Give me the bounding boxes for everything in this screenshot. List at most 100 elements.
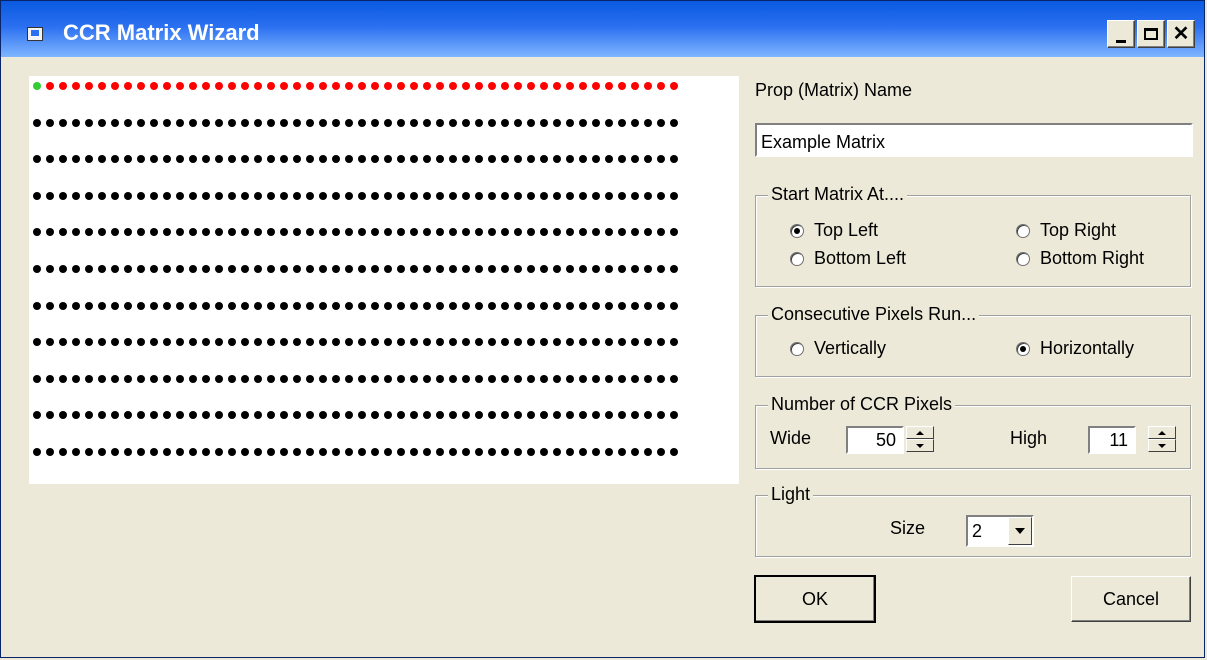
maximize-button[interactable] [1137, 20, 1165, 48]
matrix-pixel [241, 374, 249, 383]
matrix-pixel [371, 411, 379, 420]
matrix-pixel [501, 374, 509, 383]
matrix-pixel [319, 411, 327, 420]
matrix-pixel [449, 191, 457, 200]
prop-name-label: Prop (Matrix) Name [755, 80, 913, 100]
matrix-pixel [163, 265, 171, 273]
matrix-pixel [59, 82, 67, 90]
title-bar[interactable]: CCR Matrix Wizard ✕ [1, 1, 1204, 57]
matrix-pixel [475, 82, 483, 90]
prop-name-input[interactable]: Example Matrix [755, 123, 1193, 157]
matrix-pixel [410, 155, 418, 164]
matrix-pixel [358, 82, 366, 90]
minimize-button[interactable] [1107, 20, 1135, 48]
matrix-pixel [462, 301, 470, 310]
radio-vertically[interactable]: Vertically [790, 338, 886, 359]
matrix-pixel [98, 82, 106, 90]
radio-bottom-right[interactable]: Bottom Right [1016, 248, 1144, 269]
matrix-pixel [553, 155, 561, 164]
ok-button[interactable]: OK [754, 575, 876, 623]
matrix-pixel [501, 301, 509, 310]
matrix-pixel [579, 448, 587, 456]
matrix-pixel [85, 228, 93, 237]
matrix-pixel [644, 374, 652, 383]
matrix-pixel [423, 265, 431, 273]
wide-spin-up-icon[interactable] [906, 426, 934, 439]
matrix-pixel [423, 301, 431, 310]
matrix-pixel [137, 265, 145, 273]
matrix-pixel [137, 301, 145, 310]
matrix-pixel [670, 448, 678, 456]
dropdown-arrow-icon[interactable] [1008, 517, 1032, 545]
matrix-pixel [358, 448, 366, 456]
matrix-pixel [137, 374, 145, 383]
high-spinner[interactable] [1148, 426, 1176, 454]
matrix-pixel [215, 448, 223, 456]
radio-bottom-left[interactable]: Bottom Left [790, 248, 906, 269]
matrix-pixel [579, 118, 587, 127]
matrix-pixel [267, 338, 275, 347]
matrix-pixel [111, 118, 119, 127]
high-input[interactable]: 11 [1088, 426, 1136, 454]
matrix-pixel [566, 301, 574, 310]
matrix-pixel [215, 228, 223, 237]
matrix-pixel [254, 265, 262, 273]
matrix-pixel [33, 338, 41, 347]
matrix-pixel [176, 191, 184, 200]
matrix-pixel [46, 338, 54, 347]
matrix-pixel [254, 338, 262, 347]
matrix-pixel [345, 411, 353, 420]
matrix-pixel [176, 301, 184, 310]
matrix-pixel [345, 301, 353, 310]
matrix-pixel [111, 301, 119, 310]
radio-horizontally[interactable]: Horizontally [1016, 338, 1134, 359]
matrix-pixel [215, 301, 223, 310]
matrix-pixel [176, 374, 184, 383]
matrix-pixel [462, 338, 470, 347]
matrix-pixel [59, 448, 67, 456]
matrix-pixel [410, 301, 418, 310]
cancel-button[interactable]: Cancel [1071, 576, 1191, 622]
close-button[interactable]: ✕ [1167, 20, 1195, 48]
matrix-pixel [228, 191, 236, 200]
matrix-pixel [566, 411, 574, 420]
matrix-pixel [59, 265, 67, 273]
size-select[interactable]: 2 [966, 515, 1034, 547]
matrix-pixel [345, 82, 353, 90]
matrix-pixel [514, 301, 522, 310]
matrix-pixel [33, 301, 41, 310]
matrix-pixel [592, 411, 600, 420]
matrix-pixel [137, 191, 145, 200]
wide-spin-down-icon[interactable] [906, 439, 934, 452]
matrix-pixel [202, 411, 210, 420]
matrix-pixel [241, 338, 249, 347]
matrix-pixel [72, 228, 80, 237]
radio-top-right[interactable]: Top Right [1016, 220, 1116, 241]
matrix-pixel [358, 411, 366, 420]
matrix-pixel [319, 265, 327, 273]
matrix-pixel [436, 155, 444, 164]
matrix-pixel [592, 118, 600, 127]
high-spin-down-icon[interactable] [1148, 439, 1176, 452]
radio-indicator [1016, 341, 1030, 356]
matrix-pixel [306, 338, 314, 347]
matrix-pixel [384, 265, 392, 273]
radio-top-left[interactable]: Top Left [790, 220, 878, 241]
high-spin-up-icon[interactable] [1148, 426, 1176, 439]
matrix-pixel [124, 265, 132, 273]
matrix-pixel [241, 155, 249, 164]
wide-spinner[interactable] [906, 426, 934, 454]
matrix-pixel [111, 448, 119, 456]
matrix-pixel [371, 301, 379, 310]
matrix-pixel [475, 191, 483, 200]
matrix-pixel [85, 338, 93, 347]
matrix-pixel [488, 82, 496, 90]
matrix-pixel [293, 448, 301, 456]
matrix-pixel [72, 155, 80, 164]
size-label: Size [890, 518, 926, 538]
matrix-pixel [605, 265, 613, 273]
matrix-pixel [566, 191, 574, 200]
matrix-pixel [293, 228, 301, 237]
wide-input[interactable]: 50 [846, 426, 904, 454]
matrix-pixel [670, 228, 678, 237]
